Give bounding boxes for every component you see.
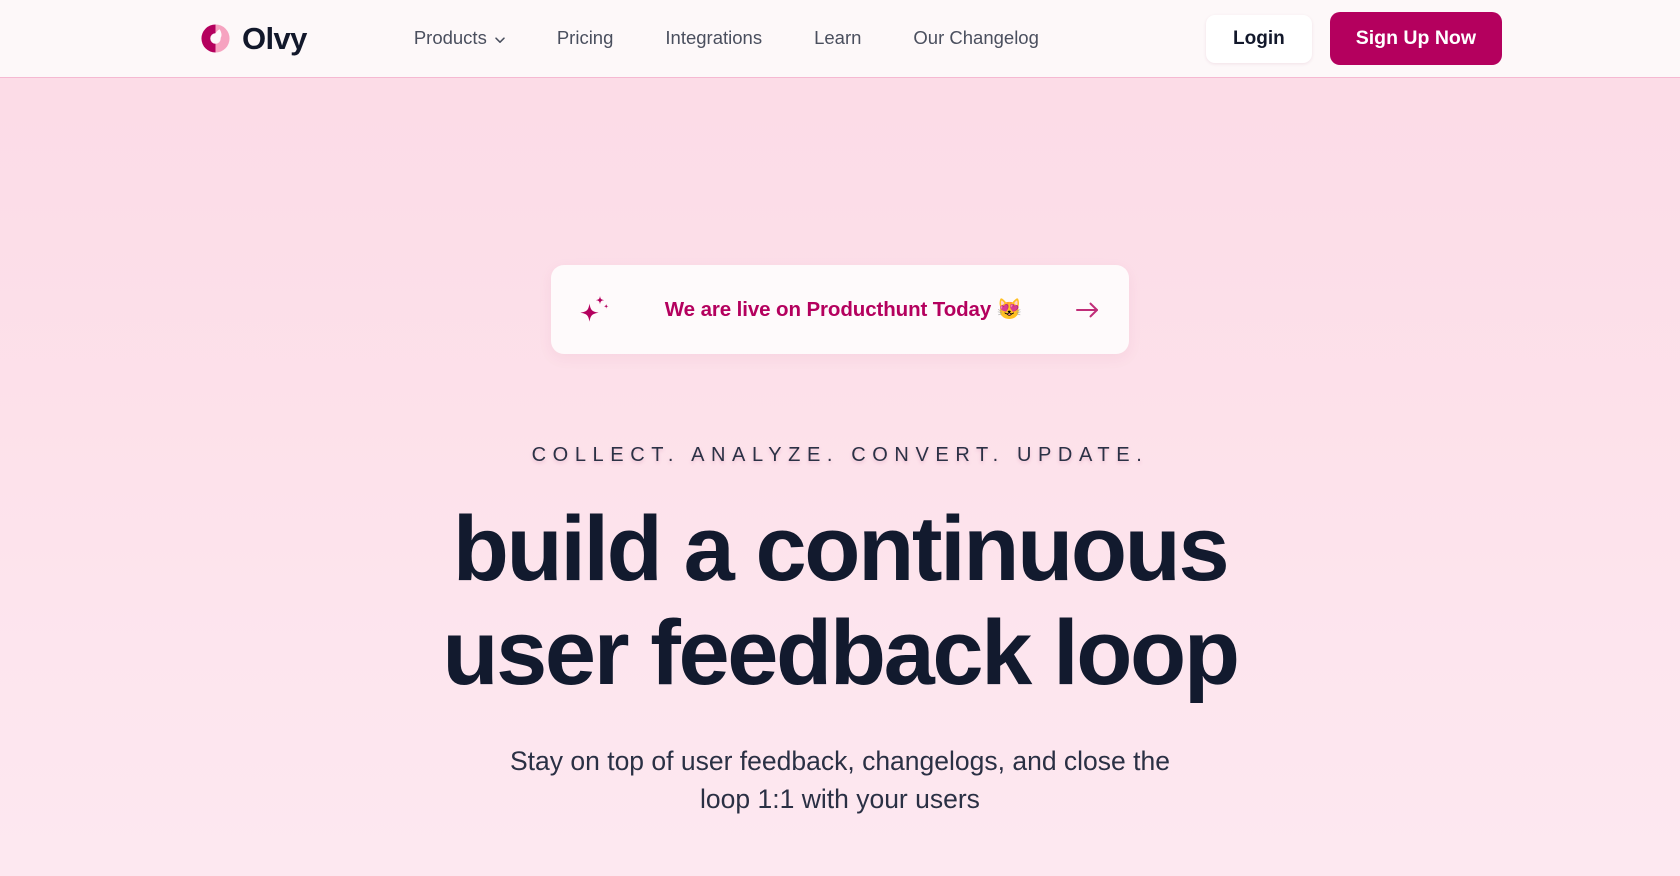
sign-up-now-button[interactable]: Sign Up Now	[1329, 12, 1502, 65]
nav-item-our-changelog[interactable]: Our Changelog	[887, 29, 1064, 48]
nav-item-label: Products	[413, 27, 487, 49]
chevron-down-icon	[494, 34, 505, 45]
nav-item-label: Our Changelog	[913, 27, 1039, 49]
hero-section: We are live on Producthunt Today 😻 COLLE…	[0, 78, 1680, 819]
brand-logo-link[interactable]: Olvy	[200, 23, 307, 54]
brand-name: Olvy	[242, 21, 307, 56]
landing-page: Olvy Products Pricing Integrations Learn	[0, 0, 1680, 876]
site-header: Olvy Products Pricing Integrations Learn	[0, 0, 1680, 78]
nav-item-pricing[interactable]: Pricing	[531, 29, 640, 48]
headline-line-2: user feedback loop	[442, 601, 1240, 704]
nav-item-products[interactable]: Products	[388, 29, 531, 48]
primary-nav: Products Pricing Integrations Learn Our …	[388, 29, 1065, 48]
announcement-banner[interactable]: We are live on Producthunt Today 😻	[551, 265, 1129, 354]
subtitle-line-2: loop 1:1 with your users	[700, 784, 980, 815]
headline-line-1: build a continuous	[452, 498, 1230, 600]
arrow-right-icon	[1075, 299, 1101, 321]
announcement-text: We are live on Producthunt Today 😻	[664, 297, 1023, 321]
login-button[interactable]: Login	[1206, 14, 1312, 63]
nav-item-label: Integrations	[665, 27, 763, 49]
nav-item-label: Pricing	[556, 27, 614, 49]
hero-subtitle: Stay on top of user feedback, changelogs…	[510, 742, 1170, 819]
sparkle-icon	[576, 292, 612, 328]
header-actions: Login Sign Up Now	[1206, 12, 1502, 65]
subtitle-line-1: Stay on top of user feedback, changelogs…	[509, 745, 1170, 776]
nav-item-learn[interactable]: Learn	[788, 29, 887, 48]
nav-item-label: Learn	[814, 27, 862, 49]
olvy-droplet-logo-icon	[200, 23, 231, 54]
nav-item-integrations[interactable]: Integrations	[639, 29, 788, 48]
page-title: build a continuous user feedback loop	[442, 498, 1240, 706]
hero-eyebrow: COLLECT. ANALYZE. CONVERT. UPDATE.	[531, 444, 1149, 466]
